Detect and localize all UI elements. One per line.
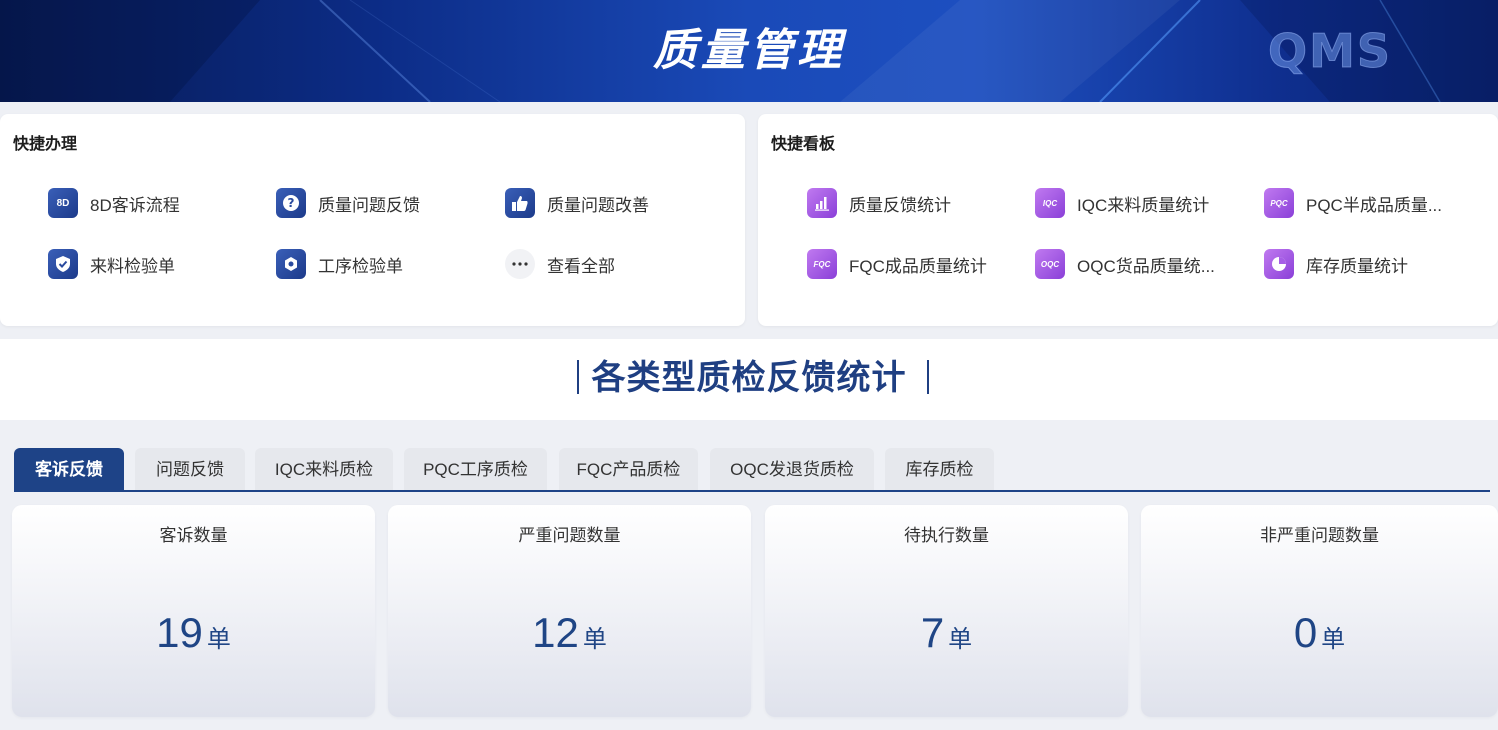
quick-board-oqc-stats[interactable]: OQC OQC货品质量统... [1035,248,1247,280]
tab-inventory-inspection[interactable]: 库存质检 [885,448,994,490]
quick-item-8d-complaint[interactable]: 8D 8D客诉流程 [48,187,180,219]
tab-iqc-inspection[interactable]: IQC来料质检 [255,448,393,490]
quick-board-pqc-stats[interactable]: PQC PQC半成品质量... [1264,187,1486,219]
quick-board-feedback-stats[interactable]: 质量反馈统计 [807,187,1009,219]
quick-item-label: 质量问题改善 [547,195,649,215]
tab-complaint-feedback[interactable]: 客诉反馈 [14,448,124,490]
iqc-icon: IQC [1035,188,1065,218]
stat-unit: 单 [206,626,231,653]
page: 质量管理 QMS 快捷办理 8D 8D客诉流程 ? 质量问题反馈 质量问题改善 [0,0,1498,730]
thumbs-up-icon [505,188,535,218]
quick-item-incoming-inspection[interactable]: 来料检验单 [48,248,175,280]
quick-item-label: 质量问题反馈 [318,195,420,215]
quick-item-quality-improvement[interactable]: 质量问题改善 [505,187,649,219]
pie-chart-icon [1264,249,1294,279]
stat-card-non-severe-count: 非严重问题数量 0单 [1141,505,1498,717]
quick-board-label: PQC半成品质量... [1306,195,1443,215]
stat-card-complaint-count: 客诉数量 19 单 [12,505,375,717]
quick-board-label: 库存质量统计 [1306,256,1408,276]
quick-actions-title: 快捷办理 [13,136,78,153]
stat-label: 待执行数量 [904,526,989,545]
svg-text:?: ? [288,196,295,210]
stat-label: 非严重问题数量 [1260,526,1379,545]
question-icon: ? [276,188,306,218]
stat-number: 12 [532,609,579,656]
quick-board-label: OQC货品质量统... [1077,256,1215,276]
pqc-icon: PQC [1264,188,1294,218]
bar-chart-icon [807,188,837,218]
tab-oqc-inspection[interactable]: OQC发退货质检 [710,448,874,490]
stat-label: 客诉数量 [159,526,228,545]
section-header: 各类型质检反馈统计 [0,339,1498,420]
stat-number: 7 [920,609,945,656]
stat-card-pending-count: 待执行数量 7单 [765,505,1128,717]
tab-pqc-inspection[interactable]: PQC工序质检 [404,448,547,490]
8d-icon: 8D [48,188,78,218]
quick-board-inventory-stats[interactable]: 库存质量统计 [1264,248,1476,280]
stat-value: 19 单 [12,609,375,657]
header-banner: 质量管理 QMS [0,0,1498,102]
stat-value: 0单 [1141,609,1498,657]
quick-item-label: 8D客诉流程 [90,195,180,215]
stat-number: 0 [1293,609,1318,656]
quick-boards-panel: 快捷看板 质量反馈统计 IQC IQC来料质量统计 PQC PQC半成品质量..… [758,114,1498,326]
stat-label: 严重问题数量 [518,526,621,545]
oqc-icon: OQC [1035,249,1065,279]
stat-unit: 单 [1321,626,1346,653]
tab-fqc-inspection[interactable]: FQC产品质检 [559,448,698,490]
stat-value: 7单 [765,609,1128,657]
quick-boards-title: 快捷看板 [771,136,836,153]
fqc-icon: FQC [807,249,837,279]
quick-board-label: FQC成品质量统计 [849,256,987,276]
quick-board-fqc-stats[interactable]: FQC FQC成品质量统计 [807,248,1019,280]
quick-item-label: 查看全部 [547,256,615,276]
qms-logo: QMS [1268,24,1393,78]
quick-item-label: 来料检验单 [90,256,175,276]
section-title: 各类型质检反馈统计 [591,359,907,397]
quick-item-quality-feedback[interactable]: ? 质量问题反馈 [276,187,420,219]
shield-check-icon [48,249,78,279]
tab-underline [14,490,1490,492]
more-dots-icon [505,249,535,279]
quick-actions-panel: 快捷办理 8D 8D客诉流程 ? 质量问题反馈 质量问题改善 来料检验单 工序检… [0,114,745,326]
stat-unit: 单 [948,626,973,653]
section-title-bar-right [927,360,929,394]
quick-item-process-inspection[interactable]: 工序检验单 [276,248,403,280]
stat-value: 12 单 [388,609,751,657]
quick-board-label: IQC来料质量统计 [1077,195,1210,215]
hexagon-nut-icon [276,249,306,279]
tab-issue-feedback[interactable]: 问题反馈 [135,448,245,490]
stat-number: 19 [156,609,203,656]
quick-board-label: 质量反馈统计 [849,195,951,215]
stat-unit: 单 [582,626,607,653]
stat-card-severe-count: 严重问题数量 12 单 [388,505,751,717]
quick-board-iqc-stats[interactable]: IQC IQC来料质量统计 [1035,187,1247,219]
quick-item-view-all[interactable]: 查看全部 [505,248,615,280]
quick-item-label: 工序检验单 [318,256,403,276]
